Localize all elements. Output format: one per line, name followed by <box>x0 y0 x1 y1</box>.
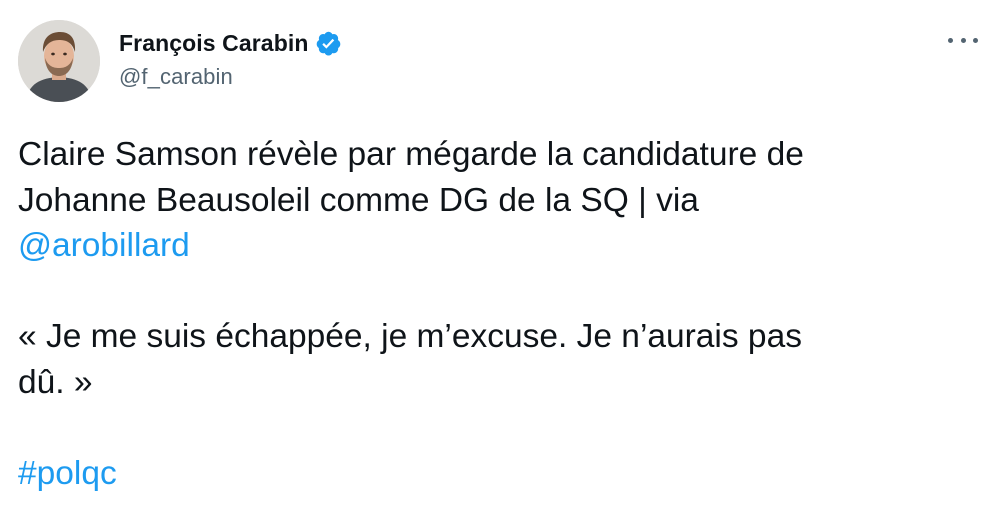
quote-line: « Je me suis échappée, je m’excuse. Je n… <box>18 318 802 355</box>
tweet-line: Johanne Beausoleil comme DG de la SQ | v… <box>18 181 699 219</box>
more-options-icon[interactable] <box>948 30 978 50</box>
hashtag-link[interactable]: #polqc <box>18 455 117 492</box>
user-info: François Carabin @f_carabin <box>119 28 342 90</box>
name-row: François Carabin <box>119 28 342 58</box>
tweet-text: Claire Samson révèle par mégarde la cand… <box>18 132 978 496</box>
avatar[interactable] <box>18 20 100 102</box>
verified-badge-icon <box>315 30 342 57</box>
dot <box>973 37 978 43</box>
dot <box>948 37 953 43</box>
user-handle[interactable]: @f_carabin <box>119 64 342 90</box>
tweet-card: François Carabin @f_carabin Claire Samso… <box>0 0 1004 514</box>
mention-link[interactable]: @arobillard <box>18 227 190 264</box>
tweet-line: Claire Samson révèle par mégarde la cand… <box>18 136 804 173</box>
quote-line: dû. » <box>18 363 93 401</box>
display-name[interactable]: François Carabin <box>119 30 309 57</box>
avatar-photo <box>18 20 100 102</box>
dot <box>960 37 966 43</box>
